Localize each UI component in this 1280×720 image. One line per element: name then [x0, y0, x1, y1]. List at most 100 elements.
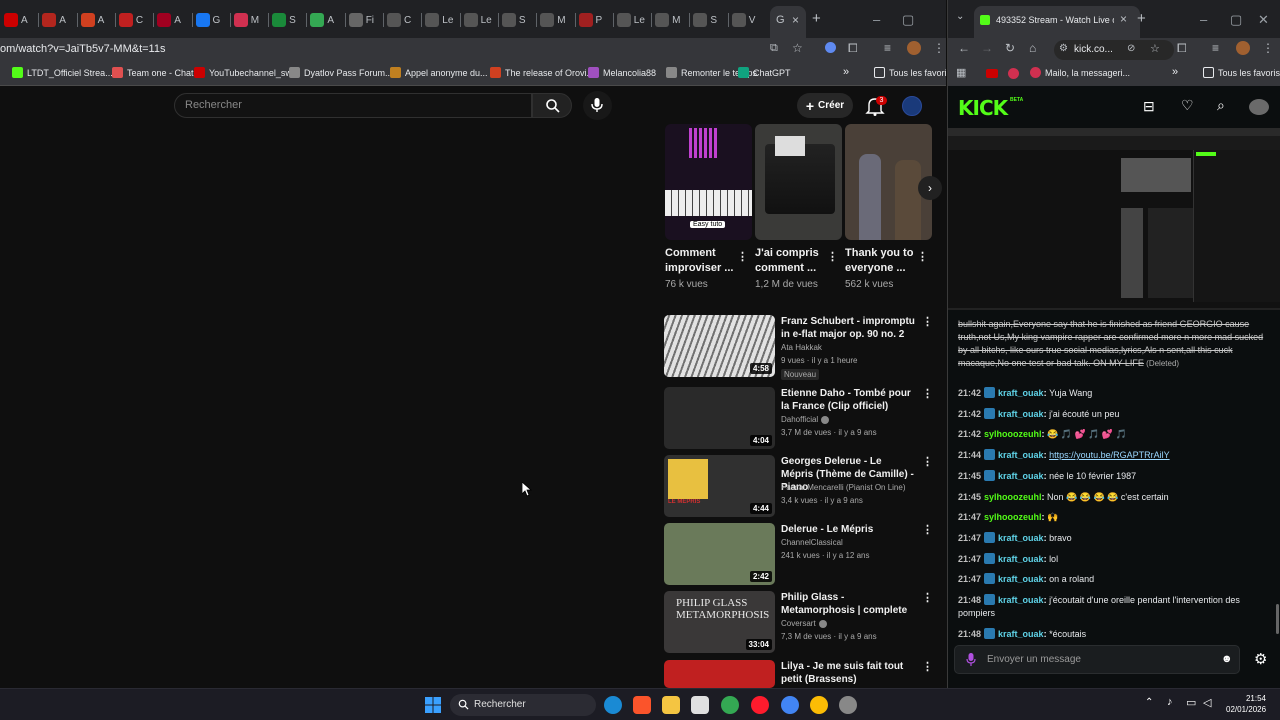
- search-button[interactable]: [532, 93, 572, 118]
- video-title[interactable]: Philip Glass - Metamorphosis | complete: [781, 591, 916, 617]
- cast-icon[interactable]: ⧉: [770, 42, 778, 55]
- message-link[interactable]: https://youtu.be/RGAPTRrAilY: [1049, 450, 1170, 460]
- active-tab[interactable]: G ×: [770, 6, 806, 38]
- new-tab-icon[interactable]: +: [1137, 10, 1146, 27]
- video-thumbnail[interactable]: 4:58: [664, 315, 775, 377]
- heart-icon[interactable]: ♡: [1181, 97, 1194, 114]
- taskbar-search[interactable]: Rechercher: [450, 694, 596, 716]
- video-title[interactable]: Lilya - Je me suis fait tout petit (Bras…: [781, 660, 916, 686]
- message-username[interactable]: kraft_ouak: [998, 595, 1044, 605]
- browser-tab[interactable]: Le: [425, 11, 453, 29]
- video-thumbnail[interactable]: 4:04: [664, 387, 775, 449]
- more-options-icon[interactable]: ⋮: [922, 455, 933, 468]
- browser-tab[interactable]: A: [310, 11, 334, 29]
- volume-icon[interactable]: ◁: [1203, 696, 1211, 709]
- bookmark-star-icon[interactable]: ☆: [1150, 42, 1160, 55]
- video-title[interactable]: Delerue - Le Mépris: [781, 523, 916, 536]
- chrome-icon[interactable]: [721, 696, 739, 714]
- short-title[interactable]: J'ai compris comment ...: [755, 246, 825, 276]
- following-icon[interactable]: ⊟: [1143, 98, 1155, 115]
- bookmark-item[interactable]: Team one - Chat: [112, 67, 194, 78]
- emoji-icon[interactable]: ☻: [1221, 653, 1233, 665]
- chat-input[interactable]: Envoyer un message ☻: [954, 645, 1240, 674]
- browser-tab[interactable]: S: [693, 11, 717, 29]
- menu-icon[interactable]: ⋮: [1262, 41, 1274, 55]
- url-text[interactable]: om/watch?v=JaiTb5v7-MM&t=11s: [0, 43, 165, 55]
- short-title[interactable]: Comment improviser ...: [665, 246, 735, 276]
- chrome-icon[interactable]: [781, 696, 799, 714]
- bookmarks-more-icon[interactable]: »: [1172, 66, 1178, 78]
- menu-icon[interactable]: ⋮: [933, 41, 945, 55]
- browser-tab[interactable]: M: [655, 11, 680, 29]
- home-icon[interactable]: ⌂: [1029, 41, 1036, 55]
- notes-icon[interactable]: [691, 696, 709, 714]
- browser-tab[interactable]: G: [195, 11, 220, 29]
- profile-avatar[interactable]: [1236, 41, 1250, 55]
- video-list-item[interactable]: PHILIP GLASS METAMORPHOSIS 33:04 Philip Gl…: [664, 591, 944, 655]
- extensions-puzzle-icon[interactable]: ⧠: [1177, 41, 1187, 56]
- media-controls-icon[interactable]: ≡: [1212, 41, 1219, 55]
- short-thumbnail[interactable]: Easy tuto: [665, 124, 752, 240]
- video-list-item[interactable]: 2:42 Delerue - Le Mépris ChannelClassical 2…: [664, 523, 944, 587]
- active-tab[interactable]: 493352 Stream - Watch Live on ×: [974, 6, 1140, 38]
- search-input[interactable]: Rechercher: [174, 93, 532, 118]
- clock-time[interactable]: 21:54: [1226, 693, 1266, 705]
- extensions-puzzle-icon[interactable]: ⧠: [848, 41, 858, 56]
- video-list-item[interactable]: 4:58 Franz Schubert - impromptu in e-flat…: [664, 315, 944, 380]
- video-channel[interactable]: Coversart: [781, 619, 827, 628]
- video-thumbnail[interactable]: PHILIP GLASS METAMORPHOSIS 33:04: [664, 591, 775, 653]
- video-thumbnail[interactable]: [664, 660, 775, 688]
- media-controls-icon[interactable]: ≡: [884, 41, 891, 55]
- chat-scrollbar[interactable]: [1276, 604, 1279, 634]
- more-options-icon[interactable]: ⋮: [917, 250, 928, 263]
- message-username[interactable]: kraft_ouak: [998, 574, 1044, 584]
- bookmark-item[interactable]: Dyatlov Pass Forum...: [289, 67, 393, 78]
- browser-tab[interactable]: A: [42, 11, 66, 29]
- more-options-icon[interactable]: ⋮: [922, 315, 933, 328]
- browser-tab[interactable]: P: [578, 11, 602, 29]
- windows-start-icon[interactable]: [425, 697, 441, 713]
- stream-video-player[interactable]: [948, 128, 1280, 310]
- video-title[interactable]: Franz Schubert - impromptu in e-flat maj…: [781, 315, 916, 341]
- profile-avatar[interactable]: [907, 41, 921, 55]
- brave-icon[interactable]: [633, 696, 651, 714]
- hide-eye-icon[interactable]: ⊘: [1127, 43, 1135, 54]
- close-tab-icon[interactable]: ×: [792, 13, 799, 27]
- video-title[interactable]: Etienne Daho - Tombé pour la France (Cli…: [781, 387, 916, 413]
- bookmark-item[interactable]: LTDT_Officiel Strea...: [12, 67, 113, 78]
- all-bookmarks-folder[interactable]: Tous les favoris: [1203, 67, 1280, 78]
- message-username[interactable]: kraft_ouak: [998, 554, 1044, 564]
- video-channel[interactable]: Dahofficial: [781, 415, 830, 424]
- clock-date[interactable]: 02/01/2026: [1226, 705, 1266, 714]
- address-bar[interactable]: om/watch?v=JaiTb5v7-MM&t=11s ⧉ ☆ ⧠ ≡ ⋮: [0, 38, 946, 62]
- message-username[interactable]: sylhooozeuhl: [984, 492, 1042, 502]
- browser-tab[interactable]: A: [80, 11, 104, 29]
- video-channel[interactable]: Ata Hakkak: [781, 343, 822, 352]
- browser-tab[interactable]: C: [118, 11, 143, 29]
- extension-icon[interactable]: [825, 42, 836, 53]
- video-list-item[interactable]: Lilya - Je me suis fait tout petit (Bras…: [664, 660, 944, 688]
- browser-tab[interactable]: Fi: [348, 11, 374, 29]
- browser-tab[interactable]: V: [731, 11, 755, 29]
- bookmark-star-icon[interactable]: ☆: [792, 41, 803, 55]
- bookmarks-more-icon[interactable]: »: [843, 66, 849, 78]
- url-text[interactable]: kick.co...: [1074, 44, 1113, 55]
- message-username[interactable]: sylhooozeuhl: [984, 429, 1042, 439]
- browser-tab[interactable]: C: [387, 11, 411, 29]
- browser-tab[interactable]: S: [501, 11, 526, 29]
- youtube-bookmark-icon[interactable]: [986, 69, 998, 78]
- browser-tab[interactable]: Le: [463, 11, 492, 29]
- all-bookmarks-folder[interactable]: Tous les favoris: [874, 67, 946, 78]
- new-tab-icon[interactable]: +: [812, 10, 821, 27]
- account-avatar[interactable]: [902, 96, 922, 116]
- video-thumbnail[interactable]: 2:42: [664, 523, 775, 585]
- video-list-item[interactable]: LE MÉPRIS 4:44 Georges Delerue - Le Mépris…: [664, 455, 944, 519]
- more-options-icon[interactable]: ⋮: [827, 250, 838, 263]
- chrome-icon[interactable]: [810, 696, 828, 714]
- voice-search-button[interactable]: [583, 91, 612, 120]
- short-title[interactable]: Thank you to everyone ...: [845, 246, 915, 276]
- browser-tab[interactable]: A: [4, 11, 28, 29]
- user-avatar[interactable]: [1249, 99, 1269, 115]
- bookmark-item[interactable]: YouTubechannel_sw...: [194, 67, 299, 78]
- edge-icon[interactable]: [604, 696, 622, 714]
